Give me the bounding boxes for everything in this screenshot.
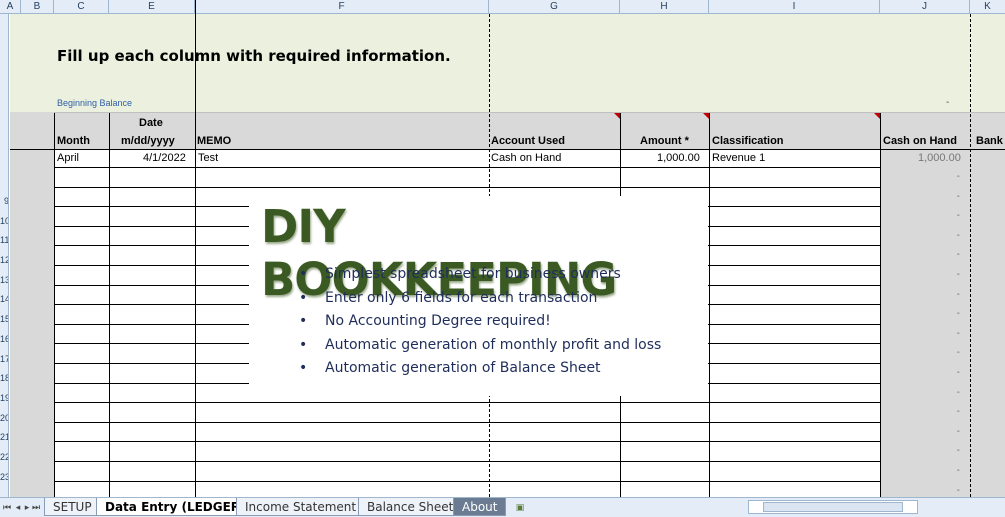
sheet-tab-bar: ⏮ ◂ ▸ ⏭ SETUP Data Entry (LEDGER) Income… (0, 497, 1005, 517)
bullet-icon: • (299, 360, 308, 376)
cash-on-hand-cell[interactable]: - (940, 347, 960, 358)
row-number[interactable]: 15 (0, 310, 8, 329)
column-header-e[interactable]: E (109, 0, 195, 14)
cash-on-hand-cell[interactable]: - (940, 406, 960, 417)
header-date[interactable]: Date (139, 117, 163, 129)
cash-on-hand-cell[interactable]: - (940, 171, 960, 182)
row-gridline (54, 422, 880, 423)
column-header-j[interactable]: J (880, 0, 970, 14)
instruction-text: Fill up each column with required inform… (57, 47, 451, 65)
cash-on-hand-cell[interactable]: - (940, 426, 960, 437)
cash-on-hand-cell[interactable]: - (940, 367, 960, 378)
bank-column (970, 113, 1005, 497)
bullet-icon: • (299, 266, 308, 282)
cash-on-hand-cell[interactable]: - (940, 210, 960, 221)
insert-sheet-icon[interactable]: ▣ (512, 500, 528, 514)
column-gridline (195, 0, 196, 497)
cell-amount[interactable]: 1,000.00 (657, 152, 700, 164)
row-number[interactable]: 17 (0, 350, 8, 369)
cash-on-hand-cell[interactable]: - (940, 269, 960, 280)
tab-income-statement[interactable]: Income Statement (236, 498, 366, 516)
column-gridline (709, 113, 710, 497)
column-header-f[interactable]: F (195, 0, 489, 14)
header-month[interactable]: Month (57, 135, 90, 147)
header-memo[interactable]: MEMO (197, 135, 231, 147)
tab-about[interactable]: About (453, 498, 507, 516)
row-number[interactable]: 19 (0, 389, 8, 408)
cash-on-hand-cell[interactable]: - (940, 465, 960, 476)
header-account-used[interactable]: Account Used (491, 135, 565, 147)
cash-on-hand-cell[interactable]: - (940, 445, 960, 456)
column-header-a[interactable]: A (0, 0, 21, 14)
row-number[interactable]: 10 (0, 212, 8, 231)
row-gridline (54, 461, 880, 462)
row-number[interactable]: 13 (0, 271, 8, 290)
header-bank[interactable]: Bank (976, 135, 1003, 147)
tab-setup[interactable]: SETUP (44, 498, 101, 516)
cash-on-hand-cell[interactable]: - (940, 485, 960, 496)
cash-on-hand-cell[interactable]: - (940, 249, 960, 260)
page-break-line (970, 14, 971, 497)
header-classification[interactable]: Classification (712, 135, 784, 147)
row-gridline (54, 402, 880, 403)
beginning-balance-label: Beginning Balance (57, 98, 133, 108)
cash-on-hand-cell[interactable]: - (940, 289, 960, 300)
row-number[interactable]: 16 (0, 330, 8, 349)
row-number[interactable]: 9 (0, 192, 8, 211)
column-gridline (109, 113, 110, 497)
cash-on-hand-cell[interactable]: - (940, 191, 960, 202)
header-amount[interactable]: Amount * (640, 135, 689, 147)
last-sheet-icon[interactable]: ⏭ (31, 500, 41, 514)
row-gridline (54, 481, 880, 482)
row-gridline (54, 187, 880, 188)
column-header-h[interactable]: H (620, 0, 709, 14)
bullet-icon: • (299, 289, 308, 306)
row-number[interactable]: 20 (0, 409, 8, 428)
row-number[interactable]: 11 (0, 231, 8, 250)
row-header-bar: 9 10 11 12 13 14 15 16 17 18 19 20 21 22… (0, 14, 9, 497)
tab-balance-sheet[interactable]: Balance Sheet (358, 498, 463, 516)
row-number[interactable]: 18 (0, 369, 8, 388)
cell-month[interactable]: April (57, 152, 79, 164)
column-gridline (880, 113, 881, 497)
row-number[interactable]: 23 (0, 468, 8, 487)
cell-account-used[interactable]: Cash on Hand (491, 152, 561, 164)
cell-memo[interactable]: Test (198, 152, 218, 164)
cash-on-hand-cell[interactable]: - (940, 328, 960, 339)
row-gridline (54, 441, 880, 442)
column-header-k[interactable]: K (970, 0, 1005, 14)
cell-classification[interactable]: Revenue 1 (712, 152, 765, 164)
header-date-format[interactable]: m/dd/yyyy (121, 135, 175, 147)
column-header-i[interactable]: I (709, 0, 880, 14)
horizontal-scrollbar[interactable] (748, 500, 918, 514)
row-number[interactable]: 21 (0, 428, 8, 447)
row-gridline (54, 167, 880, 168)
row-number[interactable]: 14 (0, 290, 8, 309)
column-header-bar: A B C E F G H I J K (0, 0, 1005, 14)
column-header-c[interactable]: C (54, 0, 109, 14)
cell-cash-on-hand[interactable]: 1,000.00 (918, 152, 961, 164)
cell-date[interactable]: 4/1/2022 (143, 152, 186, 164)
beginning-balance-value: - (946, 97, 950, 108)
row-number[interactable]: 12 (0, 251, 8, 270)
column-header-b[interactable]: B (21, 0, 54, 14)
column-gridline (54, 113, 55, 497)
header-cash-on-hand[interactable]: Cash on Hand (883, 135, 957, 147)
column-b-fill (10, 112, 54, 497)
row-number[interactable]: 22 (0, 448, 8, 467)
bullet-icon: • (299, 336, 308, 353)
bullet-icon: • (299, 313, 308, 329)
scroll-thumb[interactable] (763, 502, 903, 512)
cash-on-hand-cell[interactable]: - (940, 230, 960, 241)
promo-image: DIY BOOKKEEPING • Simplest spreadsheet f… (249, 196, 708, 396)
tab-data-entry[interactable]: Data Entry (LEDGER) (96, 498, 255, 516)
first-sheet-icon[interactable]: ⏮ (2, 500, 12, 514)
cash-on-hand-cell[interactable]: - (940, 387, 960, 398)
column-header-g[interactable]: G (489, 0, 620, 14)
cash-on-hand-cell[interactable]: - (940, 308, 960, 319)
